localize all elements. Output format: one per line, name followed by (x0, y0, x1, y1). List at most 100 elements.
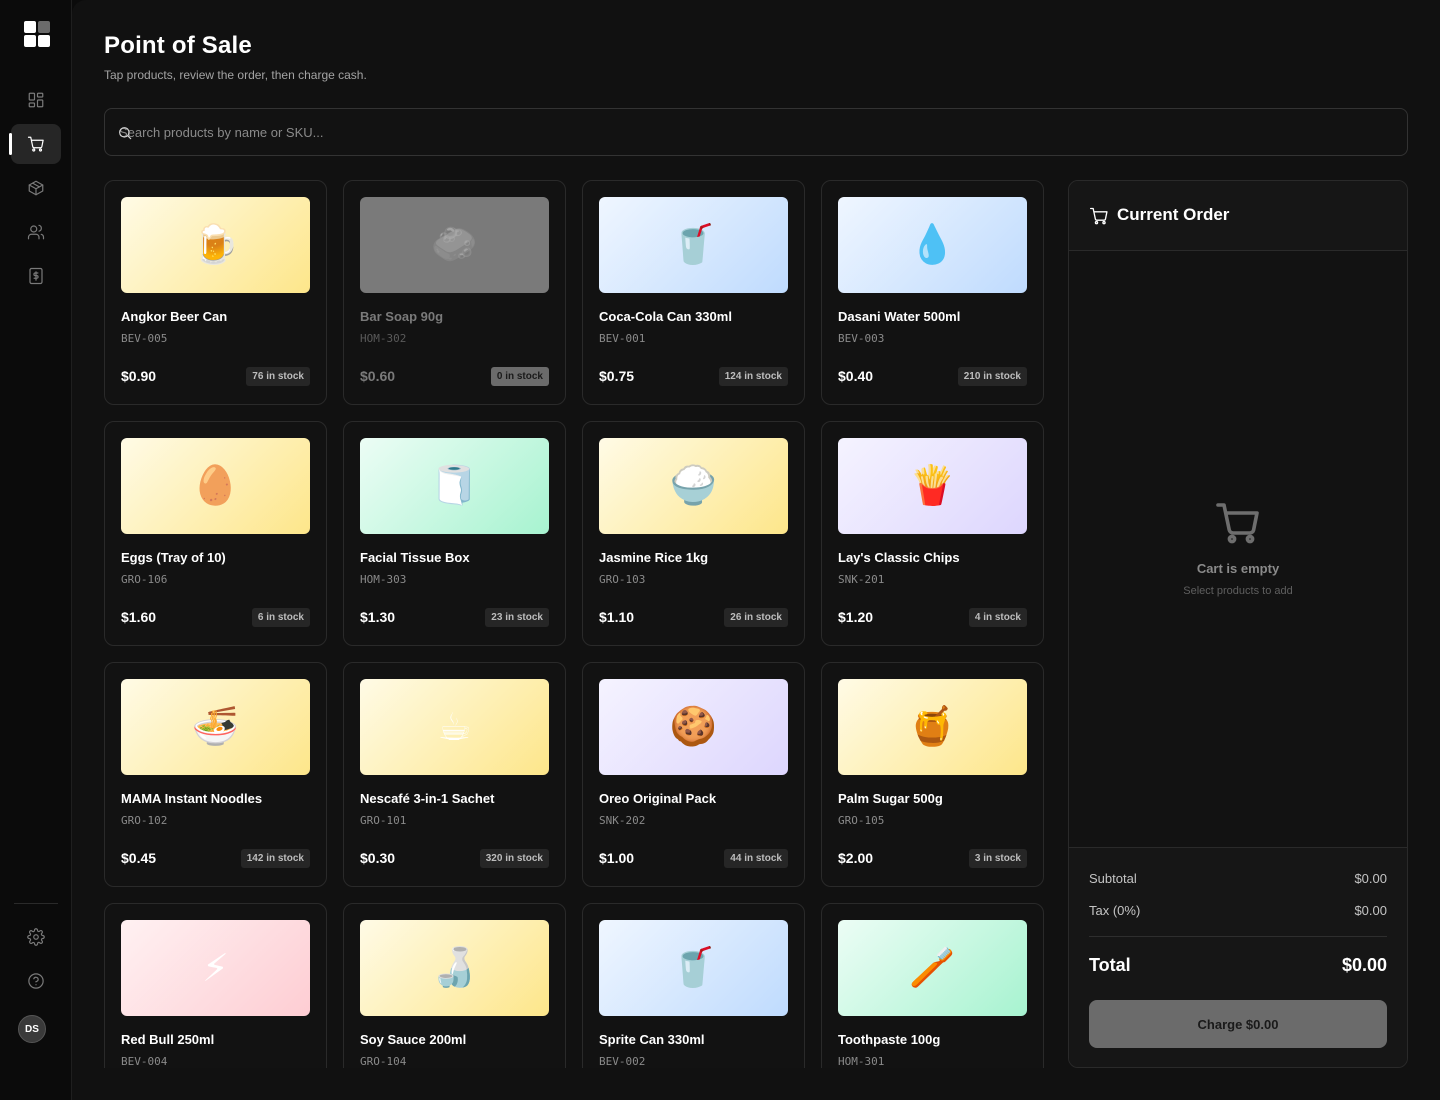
product-name: Dasani Water 500ml (838, 309, 961, 324)
product-card[interactable]: 🍯 Palm Sugar 500g GRO-105 $2.00 3 in stock (821, 662, 1044, 887)
product-image: 🍟 (838, 438, 1027, 534)
product-card[interactable]: ⚡ Red Bull 250ml BEV-004 (104, 903, 327, 1068)
product-image: 🪥 (838, 920, 1027, 1016)
product-price: $1.60 (121, 609, 157, 625)
product-name: Angkor Beer Can (121, 309, 228, 324)
product-card[interactable]: 🧻 Facial Tissue Box HOM-303 $1.30 23 in stoc… (343, 421, 566, 646)
order-header: Current Order (1069, 181, 1407, 251)
product-image: 🍶 (360, 920, 549, 1016)
product-emoji-icon: ⚡ (202, 947, 229, 990)
product-name: Sprite Can 330ml (599, 1032, 705, 1047)
product-card[interactable]: 🥚 Eggs (Tray of 10) GRO-106 $1.60 6 in stock (104, 421, 327, 646)
package-icon (28, 180, 44, 196)
total-row: Total $0.00 (1089, 955, 1387, 976)
page-subtitle: Tap products, review the order, then cha… (104, 68, 367, 82)
product-sku: SNK-202 (599, 814, 646, 827)
product-sku: BEV-001 (599, 332, 646, 345)
user-avatar[interactable]: DS (18, 1015, 46, 1043)
help-circle-icon (28, 973, 44, 989)
product-sku: GRO-104 (360, 1055, 407, 1068)
product-emoji-icon: 🍺 (191, 224, 240, 266)
stock-badge: 3 in stock (968, 849, 1027, 868)
tax-value: $0.00 (1354, 903, 1387, 918)
product-sku: HOM-303 (360, 573, 407, 586)
stock-badge: 142 in stock (240, 849, 310, 868)
product-price: $0.30 (360, 850, 396, 866)
stock-badge: 76 in stock (246, 367, 310, 386)
product-sku: GRO-106 (121, 573, 168, 586)
product-name: Coca-Cola Can 330ml (599, 309, 732, 324)
stock-badge: 44 in stock (724, 849, 788, 868)
product-price: $0.40 (838, 368, 874, 384)
tax-row: Tax (0%) $0.00 (1089, 903, 1387, 918)
product-card[interactable]: 🍜 MAMA Instant Noodles GRO-102 $0.45 142 in … (104, 662, 327, 887)
main-content: Point of Sale Tap products, review the o… (72, 0, 1440, 1100)
order-title: Current Order (1117, 205, 1230, 224)
summary-divider (1089, 936, 1387, 937)
product-image: 🥤 (599, 197, 788, 293)
gear-icon (27, 928, 45, 946)
product-price: $1.20 (838, 609, 874, 625)
subtotal-label: Subtotal (1089, 871, 1137, 886)
stock-badge: 26 in stock (724, 608, 788, 627)
product-name: Nescafé 3-in-1 Sachet (360, 791, 495, 806)
stock-badge: 320 in stock (479, 849, 549, 868)
product-card[interactable]: 🍶 Soy Sauce 200ml GRO-104 (343, 903, 566, 1068)
product-emoji-icon: 🍟 (908, 465, 957, 507)
product-emoji-icon: 🥤 (669, 947, 718, 989)
search-input[interactable] (119, 109, 1389, 155)
product-card[interactable]: 🥤 Coca-Cola Can 330ml BEV-001 $0.75 124 in s… (582, 180, 805, 405)
product-card[interactable]: 🍪 Oreo Original Pack SNK-202 $1.00 44 in sto… (582, 662, 805, 887)
product-name: Facial Tissue Box (360, 550, 470, 565)
product-emoji-icon: 🍜 (191, 706, 240, 748)
nav-point-of-sale[interactable] (9, 124, 61, 164)
product-card[interactable]: 🍟 Lay's Classic Chips SNK-201 $1.20 4 in sto… (821, 421, 1044, 646)
search-bar (104, 108, 1408, 156)
app-logo[interactable] (24, 21, 50, 47)
product-emoji-icon: 🥤 (669, 224, 718, 266)
stock-badge: 23 in stock (485, 608, 549, 627)
product-image: 🍯 (838, 679, 1027, 775)
product-image: 💧 (838, 197, 1027, 293)
product-name: MAMA Instant Noodles (121, 791, 263, 806)
tax-label: Tax (0%) (1089, 903, 1141, 918)
nav-dashboard[interactable] (11, 80, 61, 120)
product-card[interactable]: 🍚 Jasmine Rice 1kg GRO-103 $1.10 26 in stock (582, 421, 805, 646)
product-sku: HOM-302 (360, 332, 407, 345)
product-name: Toothpaste 100g (838, 1032, 941, 1047)
product-card[interactable]: 💧 Dasani Water 500ml BEV-003 $0.40 210 in st… (821, 180, 1044, 405)
product-name: Soy Sauce 200ml (360, 1032, 467, 1047)
product-image: 🍚 (599, 438, 788, 534)
product-image: 🥤 (599, 920, 788, 1016)
subtotal-value: $0.00 (1354, 871, 1387, 886)
total-label: Total (1089, 955, 1131, 975)
sidebar-divider (14, 903, 58, 904)
product-emoji-icon: 🍯 (908, 706, 957, 748)
receipt-dollar-icon (29, 267, 43, 285)
product-sku: SNK-201 (838, 573, 885, 586)
product-emoji-icon: 💧 (908, 224, 957, 266)
product-card[interactable]: 🍺 Angkor Beer Can BEV-005 $0.90 76 in stock (104, 180, 327, 405)
product-image: 🧻 (360, 438, 549, 534)
product-name: Bar Soap 90g (360, 309, 444, 324)
product-sku: BEV-002 (599, 1055, 646, 1068)
product-sku: HOM-301 (838, 1055, 885, 1068)
nav-settings[interactable] (11, 917, 61, 957)
nav-sales[interactable] (11, 256, 61, 296)
product-price: $1.00 (599, 850, 635, 866)
product-card[interactable]: 🥤 Sprite Can 330ml BEV-002 (582, 903, 805, 1068)
charge-button[interactable]: Charge $0.00 (1089, 1000, 1387, 1048)
product-price: $2.00 (838, 850, 874, 866)
current-order-panel: Current Order Cart is empty Select produ… (1068, 180, 1408, 1068)
stock-badge: 0 in stock (490, 367, 549, 386)
product-emoji-icon: 🪥 (908, 947, 957, 989)
nav-help[interactable] (11, 961, 61, 1001)
product-price: $0.60 (360, 368, 396, 384)
product-card[interactable]: ☕ Nescafé 3-in-1 Sachet GRO-101 $0.30 320 in… (343, 662, 566, 887)
product-card[interactable]: 🪥 Toothpaste 100g HOM-301 (821, 903, 1044, 1068)
nav-products[interactable] (11, 168, 61, 208)
product-image: 🧼 (360, 197, 549, 293)
cart-icon (27, 136, 44, 152)
stock-badge: 6 in stock (251, 608, 310, 627)
nav-customers[interactable] (11, 212, 61, 252)
